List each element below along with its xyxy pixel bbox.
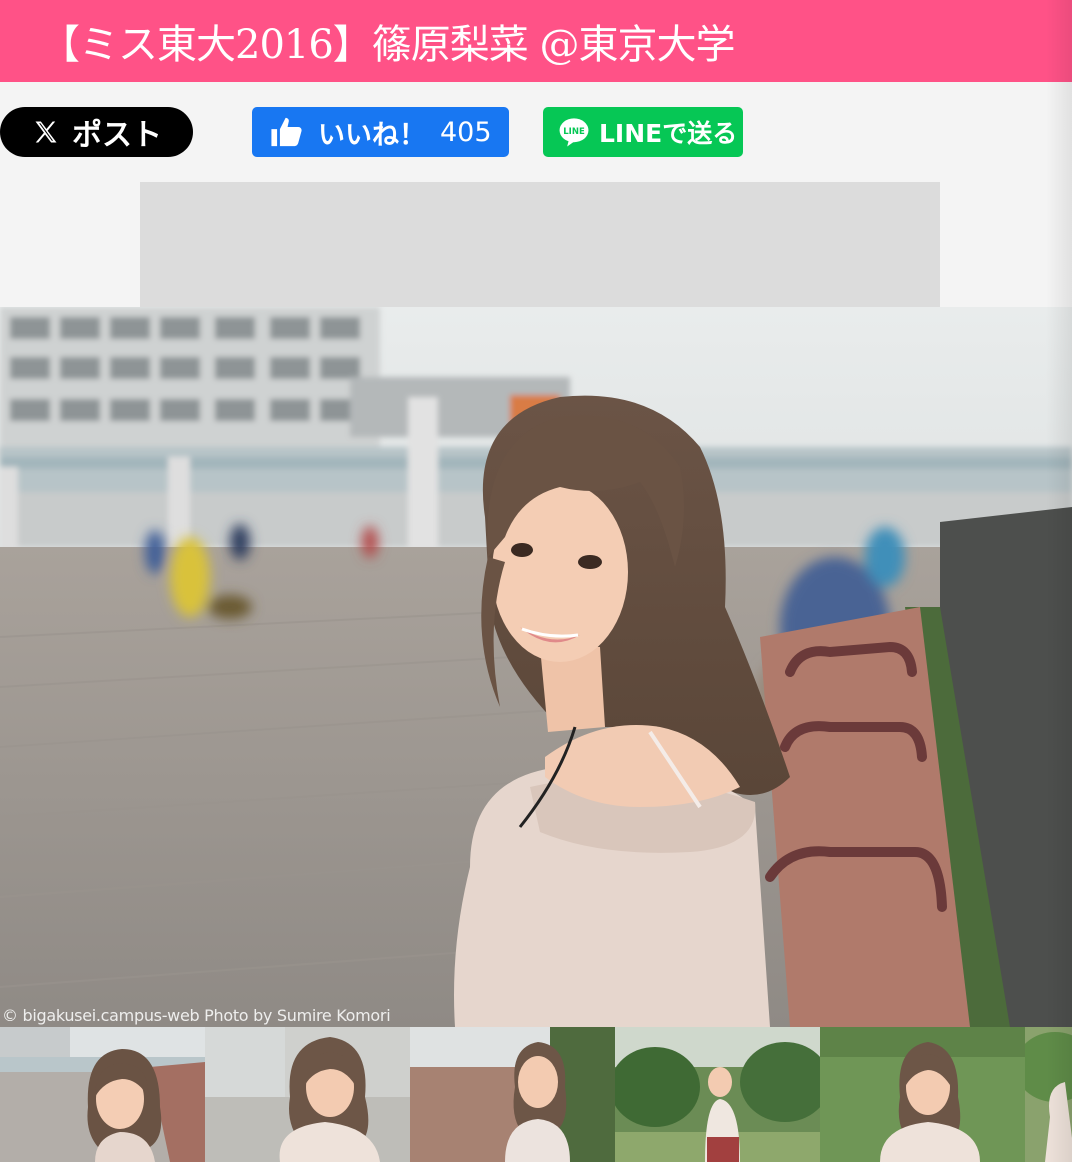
thumbnail-strip (0, 1027, 1072, 1162)
x-post-button[interactable]: ポスト (0, 107, 193, 157)
thumbnail-6[interactable] (1025, 1027, 1072, 1162)
thumbnail-2[interactable] (205, 1027, 410, 1162)
svg-text:LINE: LINE (563, 127, 585, 137)
thumbnail-4-image (615, 1027, 820, 1162)
thumbnail-6-image (1025, 1027, 1072, 1162)
thumbnail-3[interactable] (410, 1027, 615, 1162)
x-post-label: ポスト (72, 118, 162, 153)
thumbnail-1[interactable] (0, 1027, 205, 1162)
thumbnail-3-image (410, 1027, 615, 1162)
thumbs-up-icon (271, 117, 302, 147)
thumbnail-2-image (205, 1027, 410, 1162)
line-logo-icon: LINE (559, 118, 589, 147)
thumbnail-5-image (820, 1027, 1025, 1162)
x-logo-icon (35, 121, 57, 143)
ad-placeholder (140, 182, 940, 460)
line-send-label: LINEで送る (599, 119, 738, 148)
title-bar: 【ミス東大2016】篠原梨菜 @東京大学 (0, 0, 1072, 82)
line-send-button[interactable]: LINE LINEで送る (543, 107, 743, 157)
thumbnail-1-image (0, 1027, 205, 1162)
page-title: 【ミス東大2016】篠原梨菜 @東京大学 (40, 22, 736, 68)
main-photo[interactable]: © bigakusei.campus-web Photo by Sumire K… (0, 307, 1072, 1027)
facebook-like-label: いいね！ (318, 119, 426, 151)
thumbnail-5[interactable] (820, 1027, 1025, 1162)
main-photo-illustration (0, 307, 1072, 1027)
page: 【ミス東大2016】篠原梨菜 @東京大学 ポスト いいね！ 405 LINE L… (0, 0, 1072, 1162)
photo-credit: © bigakusei.campus-web Photo by Sumire K… (2, 1006, 391, 1025)
thumbnail-4[interactable] (615, 1027, 820, 1162)
facebook-like-button[interactable]: いいね！ 405 (252, 107, 509, 157)
facebook-like-count: 405 (440, 116, 492, 148)
